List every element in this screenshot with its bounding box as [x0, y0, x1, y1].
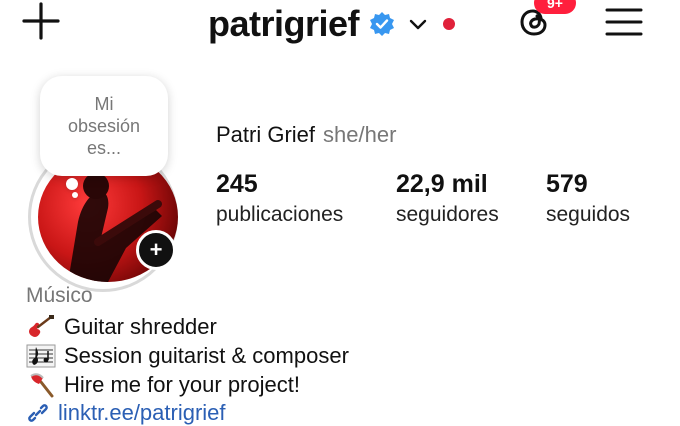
stat-followers[interactable]: 22,9 mil seguidores [396, 168, 499, 230]
stat-label: publicaciones [216, 203, 344, 226]
stat-posts[interactable]: 245 publicaciones [216, 168, 343, 230]
bio-text: Session guitarist & composer [64, 343, 349, 368]
username: patrigrief [208, 3, 360, 44]
note-text: Mi obsesión es... [67, 94, 141, 158]
threads-badge: 9+ [534, 0, 576, 14]
verified-icon [370, 12, 395, 36]
link-icon [28, 404, 48, 422]
stat-value: 22,9 mil [396, 170, 488, 198]
note-tail [66, 178, 78, 190]
link-text[interactable]: linktr.ee/patrigrief [58, 400, 226, 426]
stat-value: 245 [216, 170, 258, 198]
bio-text: Guitar shredder [64, 314, 217, 339]
notification-dot [443, 18, 456, 30]
name-row: Patri Grief she/her [216, 122, 396, 148]
display-name: Patri Grief [216, 122, 316, 147]
stat-value: 579 [546, 170, 588, 198]
add-icon[interactable] [20, 0, 62, 42]
profile-link[interactable]: linktr.ee/patrigrief [26, 400, 226, 426]
category-label: Músico [26, 284, 93, 307]
guitar-icon [29, 315, 54, 337]
stat-following[interactable]: 579 seguidos [546, 168, 630, 230]
bio-text: Hire me for your project! [64, 372, 300, 397]
music-score-icon [26, 344, 56, 368]
stat-label: seguidores [396, 203, 499, 226]
add-story-button[interactable]: + [136, 230, 176, 270]
menu-icon[interactable] [604, 2, 644, 42]
note-tail [72, 192, 78, 198]
account-switcher[interactable]: patrigrief [208, 2, 456, 46]
note-bubble[interactable]: Mi obsesión es... [40, 76, 168, 176]
axe-icon [30, 373, 54, 398]
pronouns: she/her [323, 122, 397, 147]
bio-line: Guitar shredder [26, 314, 217, 340]
threads-button[interactable]: 9+ [514, 0, 576, 44]
chevron-down-icon[interactable] [407, 13, 429, 35]
stat-label: seguidos [546, 203, 631, 226]
bio-line: Hire me for your project! [26, 372, 300, 398]
bio-line: Session guitarist & composer [26, 343, 349, 369]
